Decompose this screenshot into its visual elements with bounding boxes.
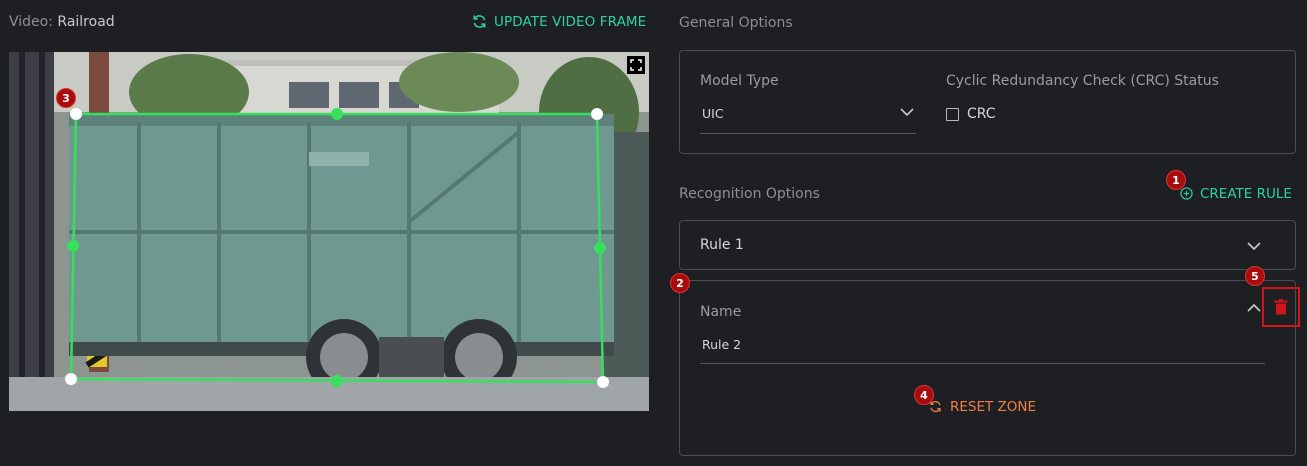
- rule-2-panel: Name Rule 2 RESET ZONE: [679, 280, 1296, 456]
- chevron-down-icon: [1247, 242, 1261, 251]
- recognition-options-title: Recognition Options: [679, 186, 820, 202]
- model-type-value: UIC: [702, 106, 724, 121]
- annotation-badge-4: 4: [914, 385, 934, 405]
- rule-name-label: Name: [700, 304, 742, 320]
- crc-status-label: Cyclic Redundancy Check (CRC) Status: [946, 73, 1219, 89]
- zone-handle-top-left[interactable]: [70, 108, 82, 120]
- trash-icon: [1274, 299, 1288, 315]
- video-label: Video:: [9, 14, 53, 30]
- general-options-title: General Options: [679, 15, 793, 31]
- zone-handle-bottom-left[interactable]: [65, 373, 77, 385]
- zone-handle-top-right[interactable]: [591, 108, 603, 120]
- chevron-down-icon: [900, 108, 914, 117]
- zone-handle-right[interactable]: [594, 242, 606, 254]
- zone-handle-top[interactable]: [331, 108, 343, 120]
- annotation-badge-2: 2: [670, 273, 690, 293]
- video-name: Railroad: [57, 14, 115, 30]
- reset-zone-label: RESET ZONE: [950, 399, 1037, 415]
- video-frame[interactable]: 3: [9, 52, 649, 411]
- rule-name-input[interactable]: Rule 2: [700, 333, 1265, 364]
- create-rule-button[interactable]: CREATE RULE: [1180, 186, 1292, 202]
- chevron-up-icon[interactable]: [1247, 303, 1261, 312]
- update-video-frame-label: UPDATE VIDEO FRAME: [494, 14, 647, 30]
- annotation-badge-3: 3: [56, 88, 76, 108]
- rule-name-value: Rule 2: [702, 337, 742, 352]
- refresh-icon: [473, 15, 486, 28]
- model-type-label: Model Type: [700, 73, 779, 89]
- zone-handle-bottom-right[interactable]: [597, 376, 609, 388]
- crc-checkbox-label: CRC: [967, 106, 996, 122]
- zone-handle-bottom[interactable]: [331, 375, 343, 387]
- annotation-badge-5: 5: [1245, 266, 1265, 286]
- plus-circle-icon: [1180, 187, 1193, 200]
- video-frame-image: [9, 52, 649, 411]
- fullscreen-icon: [630, 59, 642, 71]
- video-title: Video: Railroad: [9, 14, 115, 30]
- model-type-underline: [700, 133, 916, 134]
- rule-1-label: Rule 1: [700, 237, 744, 253]
- rule-1-accordion[interactable]: Rule 1: [679, 220, 1296, 270]
- create-rule-label: CREATE RULE: [1200, 186, 1292, 202]
- general-options-panel: Model Type UIC Cyclic Redundancy Check (…: [679, 50, 1296, 154]
- fullscreen-button[interactable]: [627, 56, 645, 74]
- update-video-frame-button[interactable]: UPDATE VIDEO FRAME: [472, 14, 646, 30]
- delete-rule-button[interactable]: [1262, 287, 1300, 327]
- model-type-select[interactable]: UIC: [700, 103, 916, 134]
- crc-checkbox[interactable]: [946, 108, 959, 121]
- zone-handle-left[interactable]: [67, 240, 79, 252]
- rule-name-underline: [700, 363, 1265, 364]
- reset-zone-button[interactable]: RESET ZONE: [929, 399, 1036, 415]
